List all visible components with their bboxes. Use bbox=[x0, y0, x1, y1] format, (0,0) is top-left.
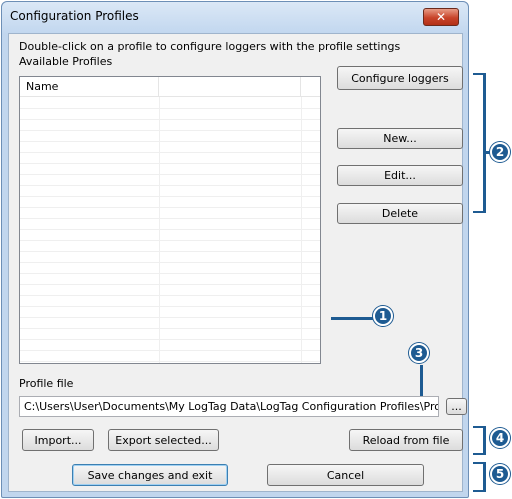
available-profiles-label: Available Profiles bbox=[19, 55, 113, 68]
list-row[interactable] bbox=[20, 98, 320, 109]
callout-5-bracket-vertical bbox=[483, 462, 486, 492]
column-divider bbox=[301, 97, 302, 363]
save-changes-and-exit-button[interactable]: Save changes and exit bbox=[72, 464, 228, 486]
profiles-list[interactable]: Name bbox=[19, 76, 321, 364]
callout-4-bracket-bottom bbox=[473, 453, 485, 455]
callout-5-badge: 5 bbox=[490, 464, 510, 484]
delete-profile-button[interactable]: Delete bbox=[337, 203, 463, 224]
list-row[interactable] bbox=[20, 340, 320, 351]
column-header-name[interactable]: Name bbox=[20, 77, 159, 97]
list-row[interactable] bbox=[20, 241, 320, 252]
list-row[interactable] bbox=[20, 219, 320, 230]
callout-3-line bbox=[420, 365, 423, 396]
title-bar: Configuration Profiles ✕ bbox=[2, 2, 468, 33]
profile-file-label: Profile file bbox=[19, 377, 74, 390]
list-header: Name bbox=[20, 77, 320, 97]
export-selected-button[interactable]: Export selected... bbox=[108, 429, 219, 451]
profile-file-path-field[interactable]: C:\Users\User\Documents\My LogTag Data\L… bbox=[19, 396, 439, 417]
list-row[interactable] bbox=[20, 307, 320, 318]
close-icon: ✕ bbox=[435, 10, 447, 24]
list-row[interactable] bbox=[20, 230, 320, 241]
callout-1-line bbox=[331, 317, 375, 320]
callout-2-bracket-bottom bbox=[473, 211, 485, 213]
list-row[interactable] bbox=[20, 197, 320, 208]
list-row[interactable] bbox=[20, 285, 320, 296]
callout-2-bracket-vertical bbox=[483, 73, 486, 213]
list-row[interactable] bbox=[20, 175, 320, 186]
configure-loggers-button[interactable]: Configure loggers bbox=[337, 66, 463, 90]
import-button[interactable]: Import... bbox=[22, 429, 94, 451]
callout-3-badge: 3 bbox=[409, 343, 429, 363]
list-row[interactable] bbox=[20, 186, 320, 197]
list-row[interactable] bbox=[20, 109, 320, 120]
callout-4-badge: 4 bbox=[490, 428, 510, 448]
edit-profile-button[interactable]: Edit... bbox=[337, 165, 463, 186]
list-row[interactable] bbox=[20, 263, 320, 274]
list-row[interactable] bbox=[20, 153, 320, 164]
browse-button[interactable]: ... bbox=[446, 398, 467, 415]
callout-4-bracket-vertical bbox=[483, 426, 486, 455]
list-row[interactable] bbox=[20, 208, 320, 219]
list-row[interactable] bbox=[20, 142, 320, 153]
list-row[interactable] bbox=[20, 318, 320, 329]
reload-from-file-button[interactable]: Reload from file bbox=[349, 429, 463, 451]
callout-1-badge: 1 bbox=[373, 306, 393, 326]
column-header-3 bbox=[302, 77, 320, 97]
list-row[interactable] bbox=[20, 164, 320, 175]
instructions-text: Double-click on a profile to configure l… bbox=[19, 40, 401, 53]
list-row[interactable] bbox=[20, 131, 320, 142]
list-row[interactable] bbox=[20, 351, 320, 362]
list-row[interactable] bbox=[20, 274, 320, 285]
list-row[interactable] bbox=[20, 329, 320, 340]
close-button[interactable]: ✕ bbox=[423, 8, 459, 26]
list-row[interactable] bbox=[20, 120, 320, 131]
list-row[interactable] bbox=[20, 252, 320, 263]
column-header-2[interactable] bbox=[160, 77, 301, 97]
column-divider bbox=[159, 97, 160, 363]
callout-5-bracket-bottom bbox=[473, 490, 485, 492]
window-title: Configuration Profiles bbox=[10, 9, 139, 23]
list-row[interactable] bbox=[20, 296, 320, 307]
callout-2-badge: 2 bbox=[490, 142, 510, 162]
new-profile-button[interactable]: New... bbox=[337, 128, 463, 149]
cancel-button[interactable]: Cancel bbox=[267, 464, 424, 486]
